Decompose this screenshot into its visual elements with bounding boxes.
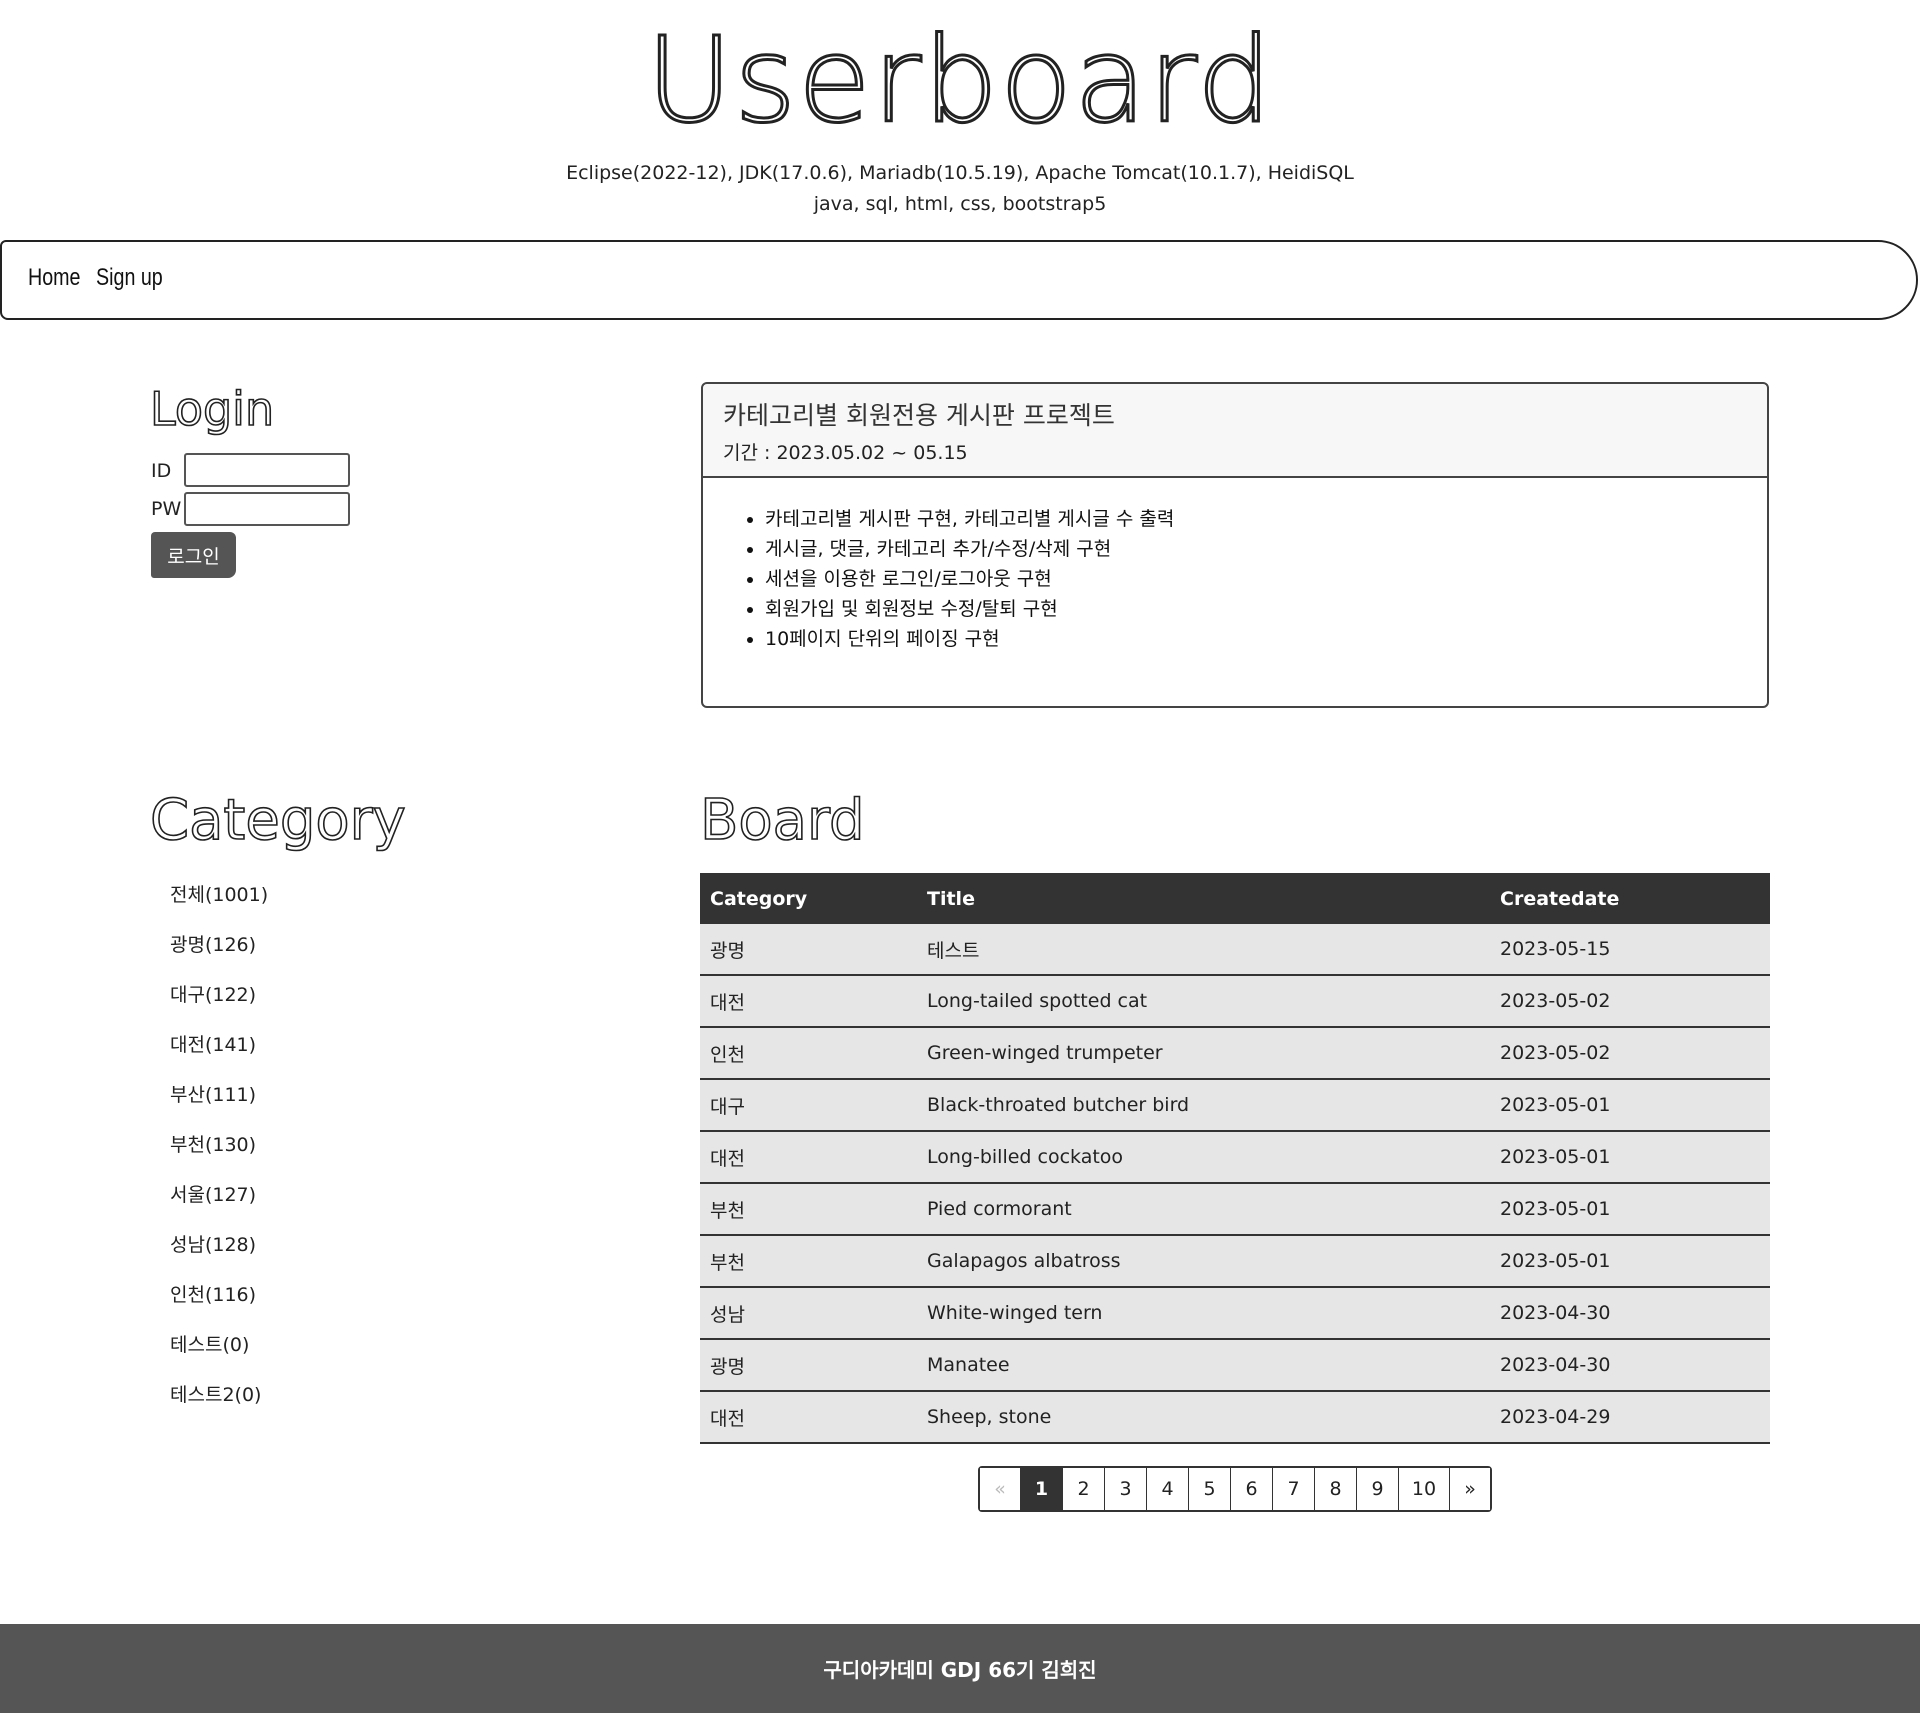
category-heading: Category (149, 787, 406, 854)
row-title-link[interactable]: Manatee (917, 1339, 1490, 1392)
page-10-button[interactable]: 10 (1398, 1468, 1449, 1510)
project-period: 기간 : 2023.05.02 ~ 05.15 (723, 442, 968, 464)
feature-item: 게시글, 댓글, 카테고리 추가/수정/삭제 구현 (765, 534, 1174, 564)
row-createdate: 2023-05-01 (1490, 1131, 1770, 1184)
pw-input[interactable] (184, 492, 350, 526)
login-button[interactable]: 로그인 (151, 532, 236, 578)
feature-item: 세션을 이용한 로그인/로그아웃 구현 (765, 564, 1174, 594)
category-item-test2[interactable]: 테스트2(0) (170, 1380, 268, 1430)
feature-item: 회원가입 및 회원정보 수정/탈퇴 구현 (765, 594, 1174, 624)
column-header-title: Title (917, 873, 1490, 924)
category-list: 전체(1001) 광명(126) 대구(122) 대전(141) 부산(111)… (170, 880, 268, 1430)
row-category: 대전 (700, 1391, 917, 1444)
page-5-button[interactable]: 5 (1188, 1468, 1230, 1510)
row-title-link[interactable]: 테스트 (917, 924, 1490, 976)
id-label: ID (151, 460, 172, 482)
table-header-row: Category Title Createdate (700, 873, 1770, 924)
project-title: 카테고리별 회원전용 게시판 프로젝트 (723, 401, 1115, 430)
category-item-daegu[interactable]: 대구(122) (170, 980, 268, 1030)
table-row: 대전 Long-tailed spotted cat 2023-05-02 (700, 975, 1770, 1028)
nav-signup-link[interactable]: Sign up (96, 264, 163, 292)
login-heading: Login (149, 381, 275, 437)
footer: 구디아카데미 GDJ 66기 김희진 (0, 1624, 1920, 1713)
row-title-link[interactable]: Pied cormorant (917, 1183, 1490, 1236)
page-2-button[interactable]: 2 (1062, 1468, 1104, 1510)
row-createdate: 2023-05-02 (1490, 1027, 1770, 1080)
table-row: 부천 Galapagos albatross 2023-05-01 (700, 1235, 1770, 1288)
navbar: Home Sign up (0, 240, 1918, 320)
page-next-button[interactable]: » (1449, 1468, 1490, 1510)
category-item-busan[interactable]: 부산(111) (170, 1080, 268, 1130)
nav-home-link[interactable]: Home (28, 264, 81, 292)
table-row: 대전 Long-billed cockatoo 2023-05-01 (700, 1131, 1770, 1184)
category-item-gwangmyeong[interactable]: 광명(126) (170, 930, 268, 980)
page-prev-button[interactable]: « (980, 1468, 1020, 1510)
row-category: 광명 (700, 924, 917, 976)
page-6-button[interactable]: 6 (1230, 1468, 1272, 1510)
row-category: 부천 (700, 1235, 917, 1288)
row-title-link[interactable]: Green-winged trumpeter (917, 1027, 1490, 1080)
category-item-test[interactable]: 테스트(0) (170, 1330, 268, 1380)
tech-stack-line: Eclipse(2022-12), JDK(17.0.6), Mariadb(1… (566, 162, 1354, 184)
table-row: 광명 Manatee 2023-04-30 (700, 1339, 1770, 1392)
page-8-button[interactable]: 8 (1314, 1468, 1356, 1510)
feature-item: 카테고리별 게시판 구현, 카테고리별 게시글 수 출력 (765, 504, 1174, 534)
row-createdate: 2023-04-30 (1490, 1339, 1770, 1392)
row-title-link[interactable]: Long-billed cockatoo (917, 1131, 1490, 1184)
row-createdate: 2023-05-02 (1490, 975, 1770, 1028)
row-category: 부천 (700, 1183, 917, 1236)
page-3-button[interactable]: 3 (1104, 1468, 1146, 1510)
category-item-bucheon[interactable]: 부천(130) (170, 1130, 268, 1180)
id-input[interactable] (184, 453, 350, 487)
row-category: 인천 (700, 1027, 917, 1080)
footer-text: 구디아카데미 GDJ 66기 김희진 (823, 1658, 1097, 1682)
table-row: 성남 White-winged tern 2023-04-30 (700, 1287, 1770, 1340)
board-table: Category Title Createdate 광명 테스트 2023-05… (700, 873, 1770, 1444)
row-createdate: 2023-05-01 (1490, 1183, 1770, 1236)
row-category: 광명 (700, 1339, 917, 1392)
feature-item: 10페이지 단위의 페이징 구현 (765, 624, 1174, 654)
column-header-createdate: Createdate (1490, 873, 1770, 924)
pw-label: PW (151, 498, 182, 520)
table-row: 광명 테스트 2023-05-15 (700, 924, 1770, 976)
page-4-button[interactable]: 4 (1146, 1468, 1188, 1510)
page-7-button[interactable]: 7 (1272, 1468, 1314, 1510)
site-title: Userboard (645, 10, 1274, 151)
row-createdate: 2023-05-01 (1490, 1079, 1770, 1132)
row-createdate: 2023-04-29 (1490, 1391, 1770, 1444)
category-item-daejeon[interactable]: 대전(141) (170, 1030, 268, 1080)
row-title-link[interactable]: Sheep, stone (917, 1391, 1490, 1444)
row-title-link[interactable]: Long-tailed spotted cat (917, 975, 1490, 1028)
row-category: 대구 (700, 1079, 917, 1132)
row-category: 성남 (700, 1287, 917, 1340)
project-card: 카테고리별 회원전용 게시판 프로젝트 기간 : 2023.05.02 ~ 05… (701, 382, 1769, 708)
table-row: 대구 Black-throated butcher bird 2023-05-0… (700, 1079, 1770, 1132)
pagination: « 1 2 3 4 5 6 7 8 9 10 » (978, 1466, 1492, 1512)
board-heading: Board (699, 787, 865, 854)
row-createdate: 2023-04-30 (1490, 1287, 1770, 1340)
row-category: 대전 (700, 1131, 917, 1184)
page-1-button[interactable]: 1 (1020, 1468, 1062, 1510)
page-9-button[interactable]: 9 (1356, 1468, 1398, 1510)
project-card-header: 카테고리별 회원전용 게시판 프로젝트 기간 : 2023.05.02 ~ 05… (703, 384, 1767, 478)
category-item-incheon[interactable]: 인천(116) (170, 1280, 268, 1330)
feature-list: 카테고리별 게시판 구현, 카테고리별 게시글 수 출력 게시글, 댓글, 카테… (743, 504, 1174, 654)
table-row: 대전 Sheep, stone 2023-04-29 (700, 1391, 1770, 1444)
category-item-all[interactable]: 전체(1001) (170, 880, 268, 930)
row-createdate: 2023-05-15 (1490, 924, 1770, 976)
row-title-link[interactable]: Galapagos albatross (917, 1235, 1490, 1288)
row-title-link[interactable]: White-winged tern (917, 1287, 1490, 1340)
column-header-category: Category (700, 873, 917, 924)
row-title-link[interactable]: Black-throated butcher bird (917, 1079, 1490, 1132)
row-createdate: 2023-05-01 (1490, 1235, 1770, 1288)
table-row: 인천 Green-winged trumpeter 2023-05-02 (700, 1027, 1770, 1080)
language-stack-line: java, sql, html, css, bootstrap5 (813, 193, 1107, 215)
row-category: 대전 (700, 975, 917, 1028)
category-item-seoul[interactable]: 서울(127) (170, 1180, 268, 1230)
category-item-seongnam[interactable]: 성남(128) (170, 1230, 268, 1280)
table-row: 부천 Pied cormorant 2023-05-01 (700, 1183, 1770, 1236)
